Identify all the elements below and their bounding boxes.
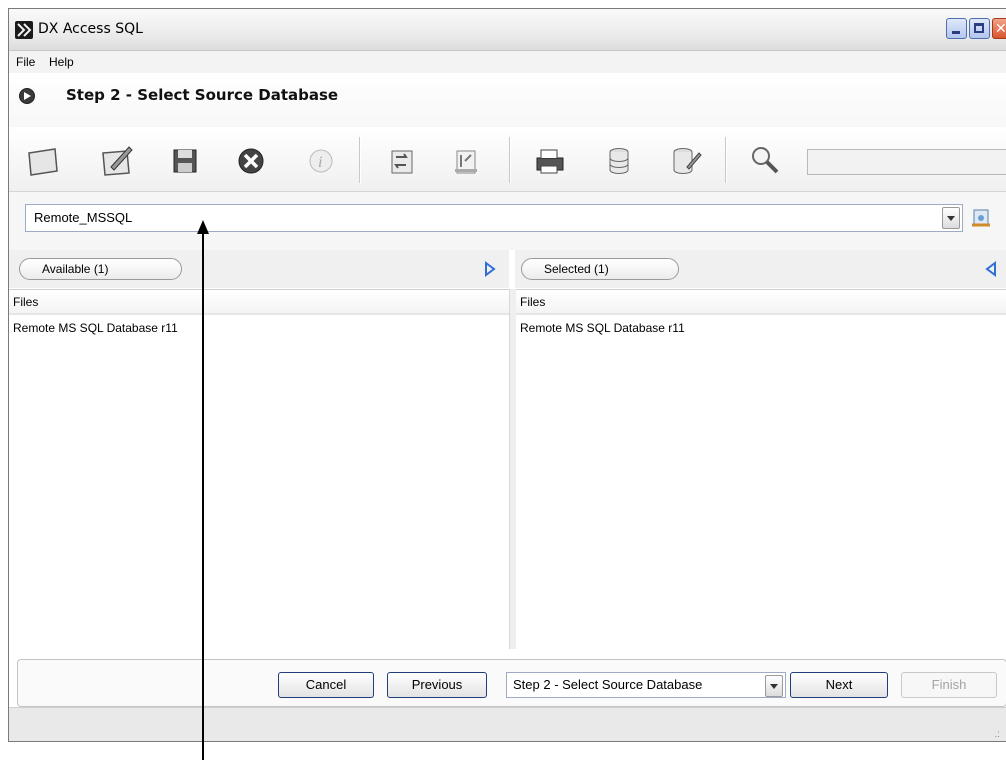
database-icon[interactable] <box>597 141 637 181</box>
previous-button[interactable]: Previous <box>387 672 487 698</box>
step-header: Step 2 - Select Source Database <box>9 73 1006 128</box>
step-arrow-icon <box>19 88 35 104</box>
close-button[interactable] <box>992 18 1006 39</box>
move-right-icon[interactable] <box>484 261 496 277</box>
print-icon[interactable] <box>529 141 569 181</box>
status-bar: .: <box>9 707 1006 741</box>
selected-label: Selected (1) <box>521 258 679 280</box>
wizard-navigation-bar: Cancel Previous Step 2 - Select Source D… <box>17 659 1006 707</box>
finish-button[interactable]: Finish <box>901 672 997 698</box>
move-left-icon[interactable] <box>985 261 997 277</box>
source-bar: Remote_MSSQL <box>9 192 1006 250</box>
svg-text:i: i <box>318 154 322 171</box>
chevron-down-icon[interactable] <box>942 207 960 229</box>
menu-bar: File Help <box>9 51 1006 73</box>
search-input[interactable] <box>807 149 1006 175</box>
import-icon[interactable] <box>445 141 485 181</box>
toolbar: i <box>9 127 1006 192</box>
cancel-button[interactable]: Cancel <box>278 672 374 698</box>
available-header: Available (1) <box>9 250 509 288</box>
toolbar-separator <box>509 137 511 183</box>
app-logo-icon <box>15 21 33 39</box>
toolbar-separator <box>725 137 727 183</box>
selected-header: Selected (1) <box>515 250 1006 288</box>
next-button[interactable]: Next <box>790 672 888 698</box>
refresh-icon[interactable] <box>381 141 421 181</box>
maximize-button[interactable] <box>969 18 990 39</box>
page-title: Step 2 - Select Source Database <box>66 86 339 104</box>
available-label: Available (1) <box>19 258 182 280</box>
window-title: DX Access SQL <box>38 21 143 37</box>
source-database-value: Remote_MSSQL <box>34 210 133 225</box>
new-icon[interactable] <box>23 141 63 181</box>
step-select-dropdown[interactable]: Step 2 - Select Source Database <box>506 672 786 698</box>
selected-list: Files Remote MS SQL Database r11 <box>516 289 1006 649</box>
list-item[interactable]: Remote MS SQL Database r11 <box>520 321 685 335</box>
menu-help[interactable]: Help <box>49 55 74 69</box>
selected-column-header[interactable]: Files <box>516 289 1006 315</box>
search-icon[interactable] <box>745 141 785 181</box>
title-bar[interactable]: DX Access SQL <box>9 9 1006 51</box>
menu-file[interactable]: File <box>16 55 35 69</box>
edit-icon[interactable] <box>97 141 137 181</box>
save-icon[interactable] <box>165 141 205 181</box>
step-select-value: Step 2 - Select Source Database <box>513 677 703 692</box>
list-item[interactable]: Remote MS SQL Database r11 <box>13 321 178 335</box>
available-list: Files Remote MS SQL Database r11 <box>9 289 509 649</box>
callout-arrow <box>196 220 210 760</box>
delete-icon[interactable] <box>231 141 271 181</box>
chevron-down-icon[interactable] <box>765 675 783 697</box>
window-controls <box>946 18 1006 40</box>
source-database-dropdown[interactable]: Remote_MSSQL <box>25 204 963 232</box>
toolbar-separator <box>359 137 361 183</box>
info-icon[interactable]: i <box>301 141 341 181</box>
resize-grip-icon[interactable]: .: <box>994 729 1000 740</box>
available-column-header[interactable]: Files <box>9 289 509 315</box>
app-window: DX Access SQL File Help Step 2 - Select … <box>8 8 1006 742</box>
minimize-button[interactable] <box>946 18 967 39</box>
connection-settings-icon[interactable] <box>970 207 992 229</box>
database-edit-icon[interactable] <box>663 141 703 181</box>
